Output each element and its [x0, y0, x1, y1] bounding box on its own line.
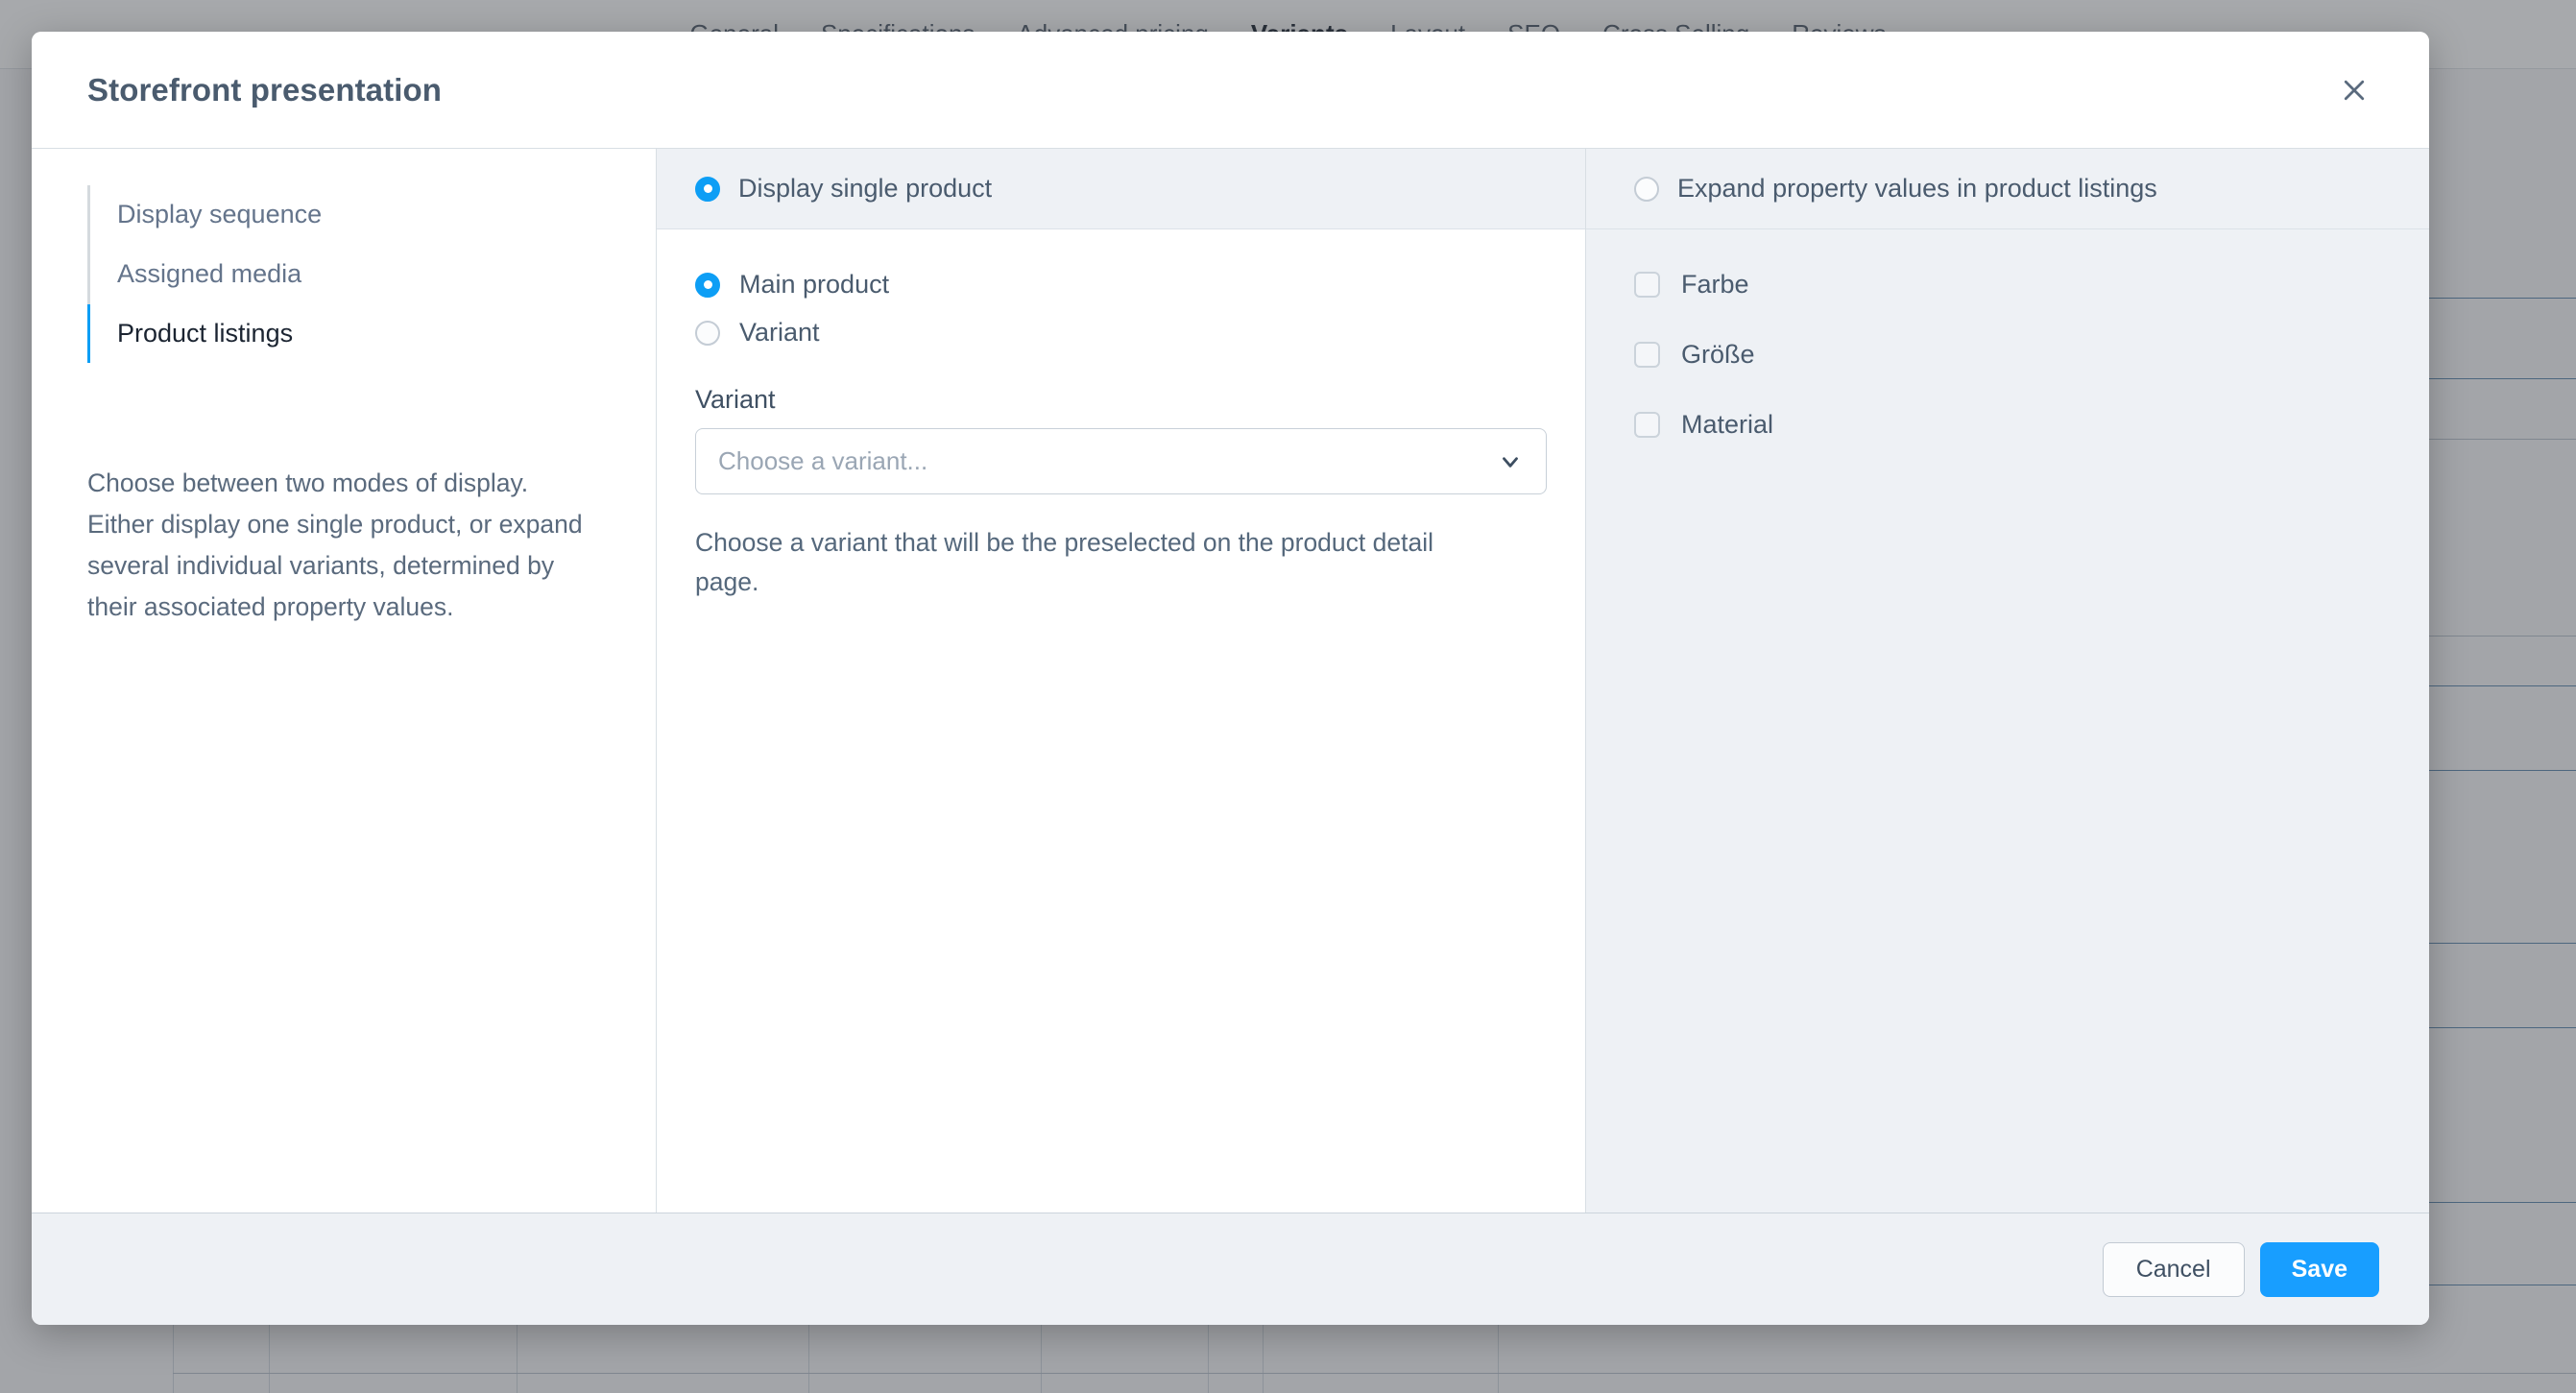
chevron-down-icon[interactable] — [1498, 449, 1523, 474]
panel-display-single-product: Display single product Main product Vari… — [657, 149, 1586, 1213]
mode-expand-label: Expand property values in product listin… — [1677, 174, 2157, 203]
option-main-product-label: Main product — [739, 270, 890, 299]
mode-single-content: Main product Variant Variant Choose a va… — [657, 229, 1585, 1213]
panel-expand-property-values: Expand property values in product listin… — [1586, 149, 2429, 1213]
variant-field-label: Variant — [695, 385, 776, 414]
page-root: General Specifications Advanced pricing … — [0, 0, 2576, 1393]
sidebar-nav: Display sequence Assigned media Product … — [87, 185, 612, 364]
option-main-product[interactable]: Main product — [695, 270, 1547, 300]
modal-sidebar: Display sequence Assigned media Product … — [32, 149, 657, 1213]
property-groesse-label: Größe — [1681, 340, 1755, 369]
sidebar-description: Choose between two modes of display. Eit… — [87, 468, 583, 622]
sidebar-item-assigned-media[interactable]: Assigned media — [87, 245, 612, 304]
sidebar-item-product-listings[interactable]: Product listings — [87, 303, 612, 364]
checkbox-groesse[interactable] — [1634, 342, 1660, 368]
property-farbe-label: Farbe — [1681, 270, 1749, 299]
property-farbe[interactable]: Farbe — [1634, 270, 2391, 300]
radio-main-product[interactable] — [695, 272, 720, 298]
option-variant-label: Variant — [739, 318, 820, 347]
property-material[interactable]: Material — [1634, 410, 2391, 440]
cancel-button[interactable]: Cancel — [2102, 1241, 2245, 1297]
modal-header: Storefront presentation — [32, 32, 2429, 149]
storefront-presentation-modal: Storefront presentation Display sequence… — [32, 32, 2429, 1325]
radio-expand-property-values[interactable] — [1634, 176, 1659, 202]
mode-single-header[interactable]: Display single product — [657, 149, 1585, 229]
checkbox-farbe[interactable] — [1634, 272, 1660, 298]
close-icon[interactable] — [2329, 65, 2379, 115]
option-variant[interactable]: Variant — [695, 318, 1547, 348]
mode-single-label: Display single product — [738, 174, 993, 203]
page-title: Storefront presentation — [87, 71, 442, 108]
variant-field-help: Choose a variant that will be the presel… — [695, 528, 1433, 597]
radio-display-single-product[interactable] — [695, 176, 720, 202]
checkbox-material[interactable] — [1634, 412, 1660, 438]
radio-variant[interactable] — [695, 320, 720, 346]
variant-select-placeholder: Choose a variant... — [718, 446, 928, 475]
variant-field: Variant Choose a variant... Choose a var… — [695, 385, 1547, 602]
save-button[interactable]: Save — [2259, 1241, 2379, 1297]
property-material-label: Material — [1681, 410, 1774, 439]
modal-footer: Cancel Save — [32, 1213, 2429, 1325]
modal-body: Display sequence Assigned media Product … — [32, 149, 2429, 1213]
sidebar-item-display-sequence[interactable]: Display sequence — [87, 185, 612, 245]
variant-select[interactable]: Choose a variant... — [695, 428, 1547, 494]
property-groesse[interactable]: Größe — [1634, 340, 2391, 370]
mode-expand-header[interactable]: Expand property values in product listin… — [1586, 149, 2429, 229]
mode-expand-content: Farbe Größe Material — [1586, 229, 2429, 1213]
